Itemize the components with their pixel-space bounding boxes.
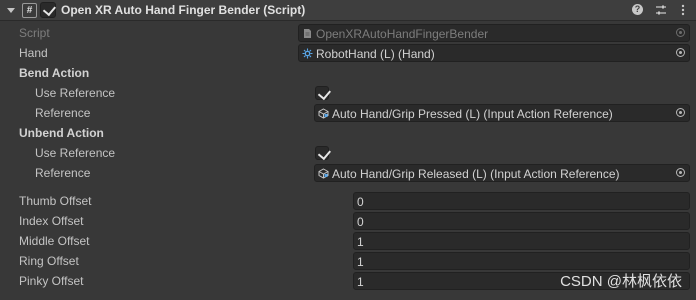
middle-offset-input[interactable]: 1 <box>353 232 690 250</box>
foldout-arrow-icon[interactable] <box>7 8 15 13</box>
help-icon[interactable]: ? <box>632 3 646 17</box>
component-enabled-checkbox[interactable] <box>40 2 57 18</box>
script-label: Script <box>19 26 50 40</box>
pinky-offset-value: 1 <box>357 275 364 289</box>
ring-offset-value: 1 <box>357 255 364 269</box>
unbend-use-reference-row: Use Reference <box>0 143 696 163</box>
ring-offset-label: Ring Offset <box>19 254 79 268</box>
unbend-reference-label: Reference <box>35 166 91 180</box>
hand-component-icon <box>302 48 313 59</box>
menu-kebab-icon[interactable] <box>676 3 690 17</box>
unbend-action-header: Unbend Action <box>19 126 104 140</box>
bend-action-header: Bend Action <box>19 66 90 80</box>
script-icon: # <box>22 3 37 18</box>
component-title: Open XR Auto Hand Finger Bender (Script) <box>61 3 306 17</box>
unbend-use-reference-checkbox[interactable] <box>315 146 332 161</box>
bend-use-reference-checkbox[interactable] <box>315 86 332 101</box>
middle-offset-value: 1 <box>357 235 364 249</box>
object-picker-icon[interactable] <box>676 108 685 117</box>
input-action-icon <box>318 168 329 179</box>
script-value: OpenXRAutoHandFingerBender <box>316 27 489 41</box>
bend-reference-field[interactable]: Auto Hand/Grip Pressed (L) (Input Action… <box>314 104 690 122</box>
bend-use-reference-row: Use Reference <box>0 83 696 103</box>
bend-use-reference-label: Use Reference <box>35 86 116 100</box>
ring-offset-row: Ring Offset 1 <box>0 251 696 271</box>
hand-row: Hand RobotHand (L) (Hand) <box>0 43 696 63</box>
bend-reference-row: Reference Auto Hand/Grip Pressed (L) (In… <box>0 103 696 123</box>
script-row: Script OpenXRAutoHandFingerBender <box>0 23 696 43</box>
input-action-icon <box>318 108 329 119</box>
unbend-action-header-row: Unbend Action <box>0 123 696 143</box>
hand-label: Hand <box>19 46 48 60</box>
object-picker-icon[interactable] <box>676 168 685 177</box>
checkmark-icon <box>42 2 57 17</box>
ring-offset-input[interactable]: 1 <box>353 252 690 270</box>
thumb-offset-label: Thumb Offset <box>19 194 92 208</box>
hand-value: RobotHand (L) (Hand) <box>316 47 435 61</box>
checkmark-icon <box>317 146 332 161</box>
index-offset-value: 0 <box>357 215 364 229</box>
unbend-reference-field[interactable]: Auto Hand/Grip Released (L) (Input Actio… <box>314 164 690 182</box>
index-offset-input[interactable]: 0 <box>353 212 690 230</box>
bend-reference-value: Auto Hand/Grip Pressed (L) (Input Action… <box>332 107 613 121</box>
script-file-icon <box>304 29 311 38</box>
unbend-reference-value: Auto Hand/Grip Released (L) (Input Actio… <box>332 167 620 181</box>
middle-offset-row: Middle Offset 1 <box>0 231 696 251</box>
bend-action-header-row: Bend Action <box>0 63 696 83</box>
bend-reference-label: Reference <box>35 106 91 120</box>
unbend-reference-row: Reference Auto Hand/Grip Released (L) (I… <box>0 163 696 183</box>
thumb-offset-input[interactable]: 0 <box>353 192 690 210</box>
unbend-use-reference-label: Use Reference <box>35 146 116 160</box>
index-offset-row: Index Offset 0 <box>0 211 696 231</box>
script-field: OpenXRAutoHandFingerBender <box>298 24 690 42</box>
index-offset-label: Index Offset <box>19 214 84 228</box>
pinky-offset-label: Pinky Offset <box>19 274 84 288</box>
checkmark-icon <box>317 86 332 101</box>
middle-offset-label: Middle Offset <box>19 234 90 248</box>
object-picker-icon[interactable] <box>676 48 685 57</box>
object-picker-icon <box>676 28 685 37</box>
component-header: # Open XR Auto Hand Finger Bender (Scrip… <box>0 0 696 21</box>
thumb-offset-row: Thumb Offset 0 <box>0 191 696 211</box>
watermark: CSDN @林枫依依 <box>560 273 682 290</box>
thumb-offset-value: 0 <box>357 195 364 209</box>
hand-field[interactable]: RobotHand (L) (Hand) <box>298 44 690 62</box>
preset-icon[interactable] <box>654 3 668 17</box>
